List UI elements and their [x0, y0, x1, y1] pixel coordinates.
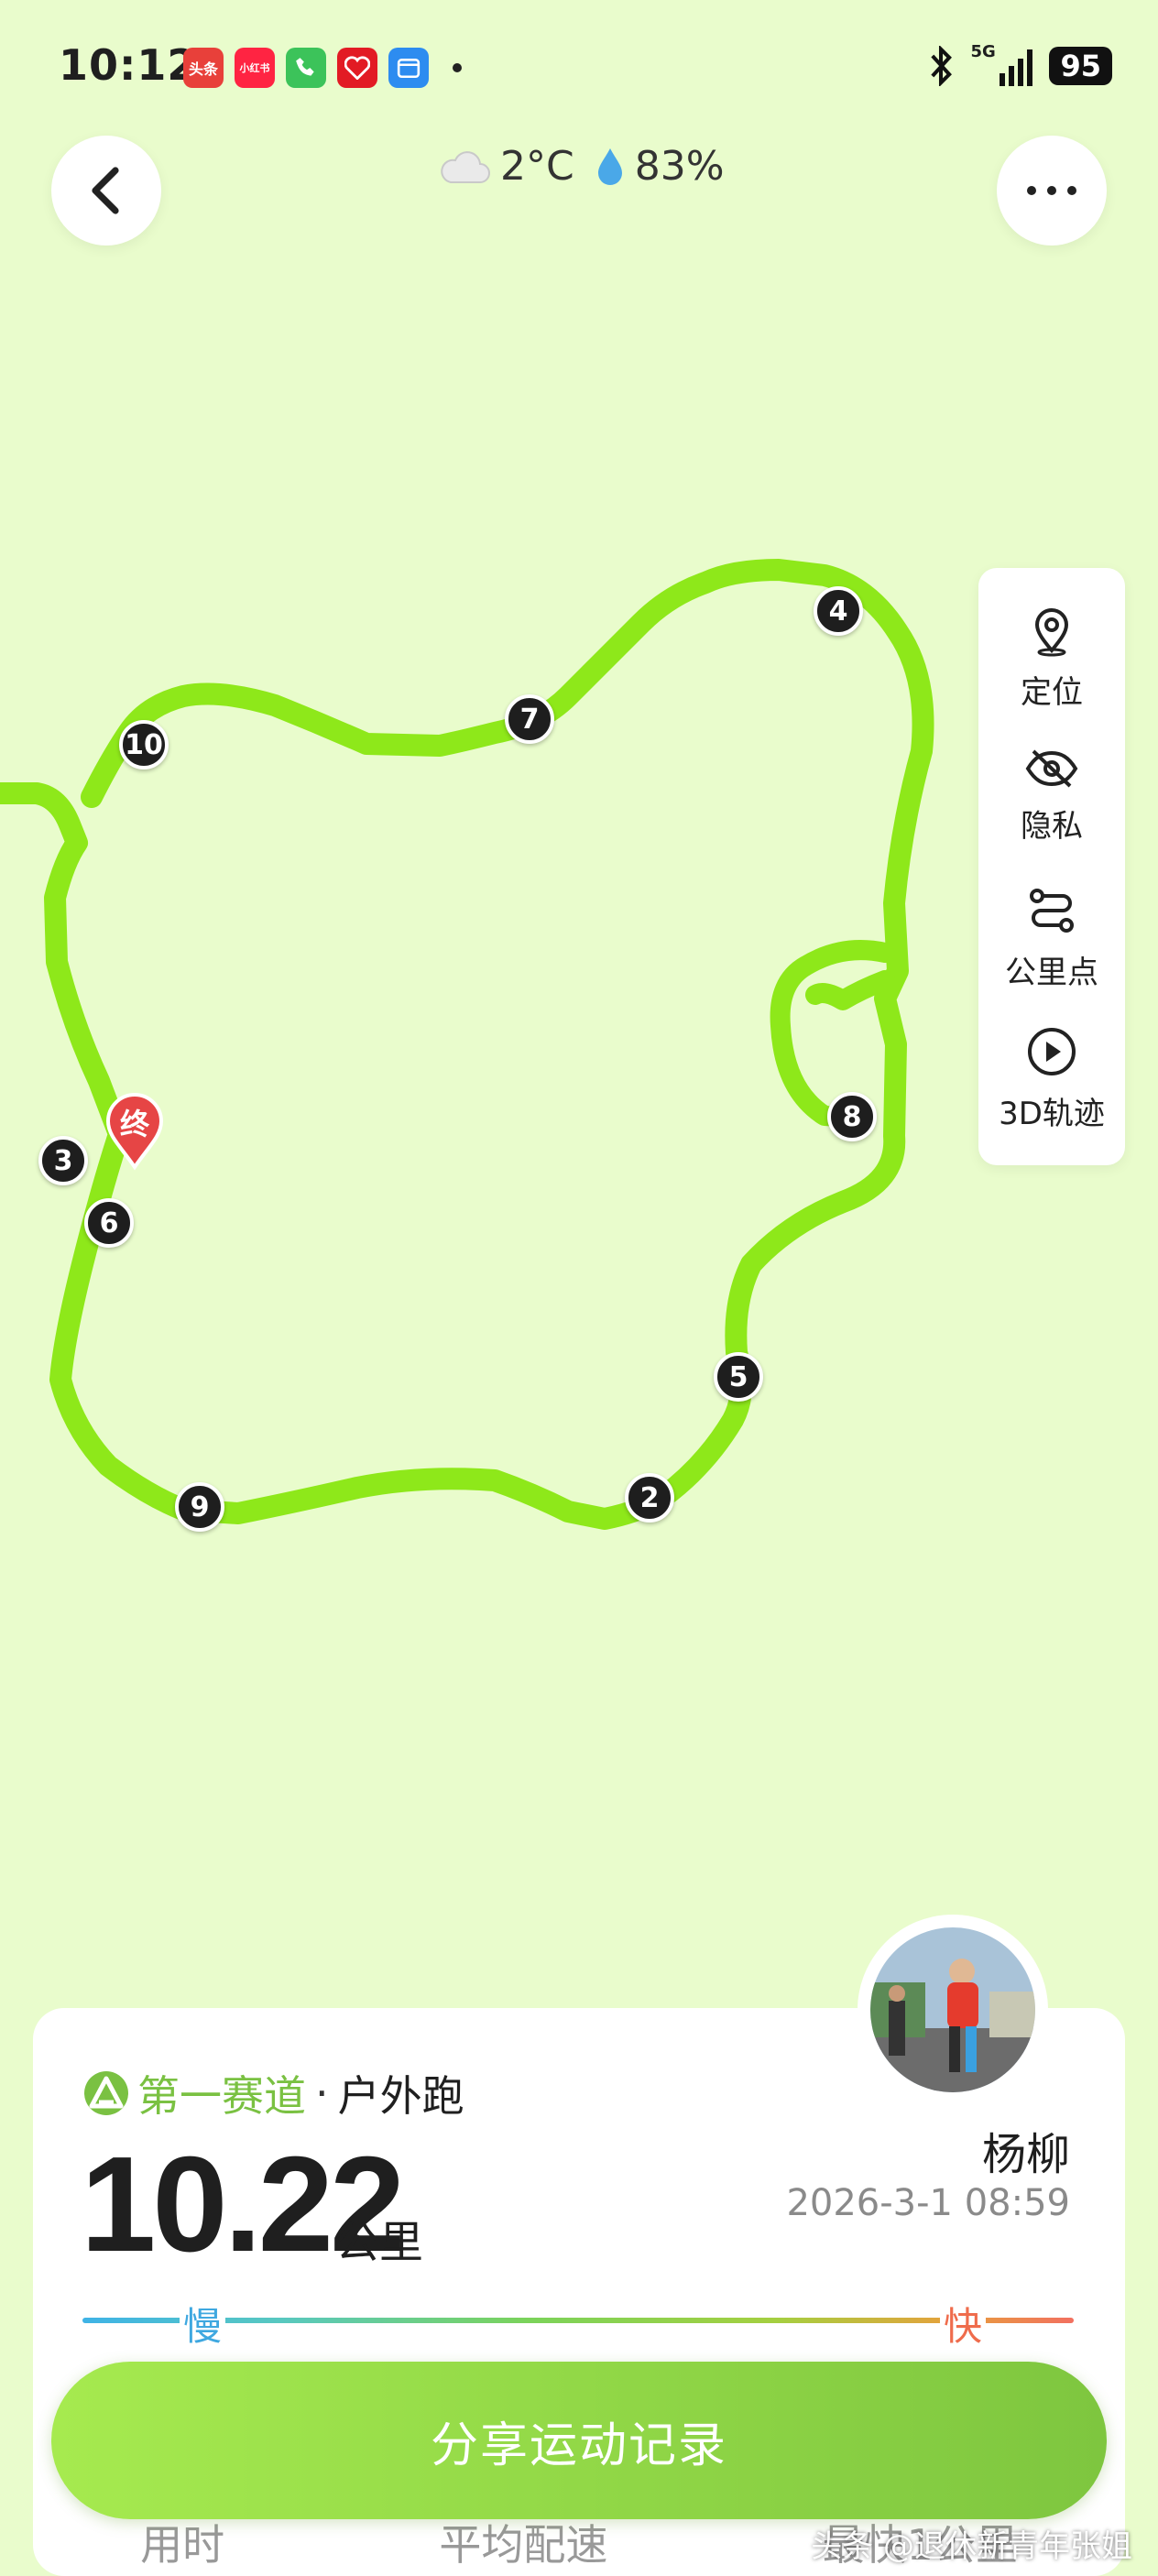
- stat-label-avg-pace: 平均配速: [439, 2520, 608, 2570]
- humidity: 83%: [634, 143, 725, 190]
- brand-logo-icon: [84, 2071, 128, 2115]
- privacy-button[interactable]: 隐私: [978, 746, 1125, 846]
- end-marker[interactable]: 终: [104, 1092, 165, 1171]
- brand-name: 第一赛道: [137, 2071, 306, 2121]
- km-marker-6[interactable]: 6: [84, 1198, 134, 1248]
- distance-unit: 公里: [335, 2217, 424, 2268]
- signal-icon: 5G: [970, 42, 1033, 86]
- km-marker-7[interactable]: 7: [505, 694, 554, 744]
- status-indicators: 5G 95: [928, 42, 1112, 86]
- eye-slash-icon: [1025, 749, 1078, 788]
- location-pin-icon: [1034, 608, 1069, 657]
- km-marker-8[interactable]: 8: [827, 1092, 877, 1141]
- km-points-button[interactable]: 公里点: [978, 883, 1125, 992]
- avatar[interactable]: [858, 1915, 1048, 2105]
- pace-fast-label: 快: [940, 2296, 987, 2352]
- route-detour: [770, 940, 895, 1128]
- toutiao-icon: 头条: [183, 48, 224, 88]
- route-points-icon: [1030, 889, 1074, 933]
- health-icon: [337, 48, 377, 88]
- brand-row: 第一赛道 · 户外跑: [82, 2063, 464, 2123]
- play-circle-icon: [1028, 1028, 1076, 1075]
- map-tools-panel: 定位 隐私 公里点 3D轨迹: [978, 568, 1125, 1165]
- locate-button[interactable]: 定位: [978, 603, 1125, 712]
- more-dots-icon: [1027, 186, 1076, 195]
- network-type: 5G: [970, 42, 996, 61]
- temperature: 2°C: [500, 143, 574, 190]
- km-marker-5[interactable]: 5: [714, 1352, 763, 1402]
- xiaohongshu-icon: 小红书: [235, 48, 275, 88]
- watermark: 头条 @退休新青年张姐: [811, 2528, 1132, 2565]
- battery-indicator: 95: [1049, 47, 1112, 85]
- share-record-button[interactable]: 分享运动记录: [51, 2362, 1107, 2519]
- km-marker-9[interactable]: 9: [175, 1482, 224, 1532]
- separator-dot: ·: [315, 2068, 329, 2118]
- pace-gradient-bar: [82, 2318, 1074, 2323]
- user-name: 杨柳: [981, 2129, 1070, 2180]
- km-marker-4[interactable]: 4: [814, 586, 863, 636]
- end-marker-label: 终: [119, 1107, 149, 1141]
- privacy-label: 隐私: [1021, 808, 1083, 845]
- track-3d-button[interactable]: 3D轨迹: [978, 1024, 1125, 1133]
- more-notifications-dot: [453, 63, 462, 72]
- xiaohongshu-icon-label: 小红书: [239, 62, 270, 74]
- stat-label-duration: 用时: [140, 2520, 225, 2570]
- notification-icons: 头条 小红书: [183, 48, 462, 88]
- toutiao-icon-label: 头条: [188, 60, 218, 78]
- activity-type: 户外跑: [337, 2071, 464, 2121]
- weather-info: 2°C 83%: [438, 143, 725, 190]
- pace-slow-label: 慢: [180, 2296, 226, 2352]
- water-drop-icon: [597, 147, 622, 185]
- km-points-label: 公里点: [1005, 955, 1098, 991]
- activity-date: 2026-3-1 08:59: [786, 2182, 1070, 2224]
- avatar-photo: [870, 1927, 1035, 2092]
- track-3d-label: 3D轨迹: [999, 1096, 1105, 1132]
- bluetooth-icon: [931, 46, 953, 86]
- status-time: 10:12: [59, 40, 198, 90]
- locate-label: 定位: [1021, 674, 1083, 711]
- phone-icon: [286, 48, 326, 88]
- km-marker-3[interactable]: 3: [38, 1136, 88, 1185]
- km-marker-2[interactable]: 2: [625, 1473, 674, 1523]
- cloud-icon: [441, 150, 490, 183]
- km-marker-10[interactable]: 10: [119, 720, 169, 770]
- calendar-icon: [388, 48, 429, 88]
